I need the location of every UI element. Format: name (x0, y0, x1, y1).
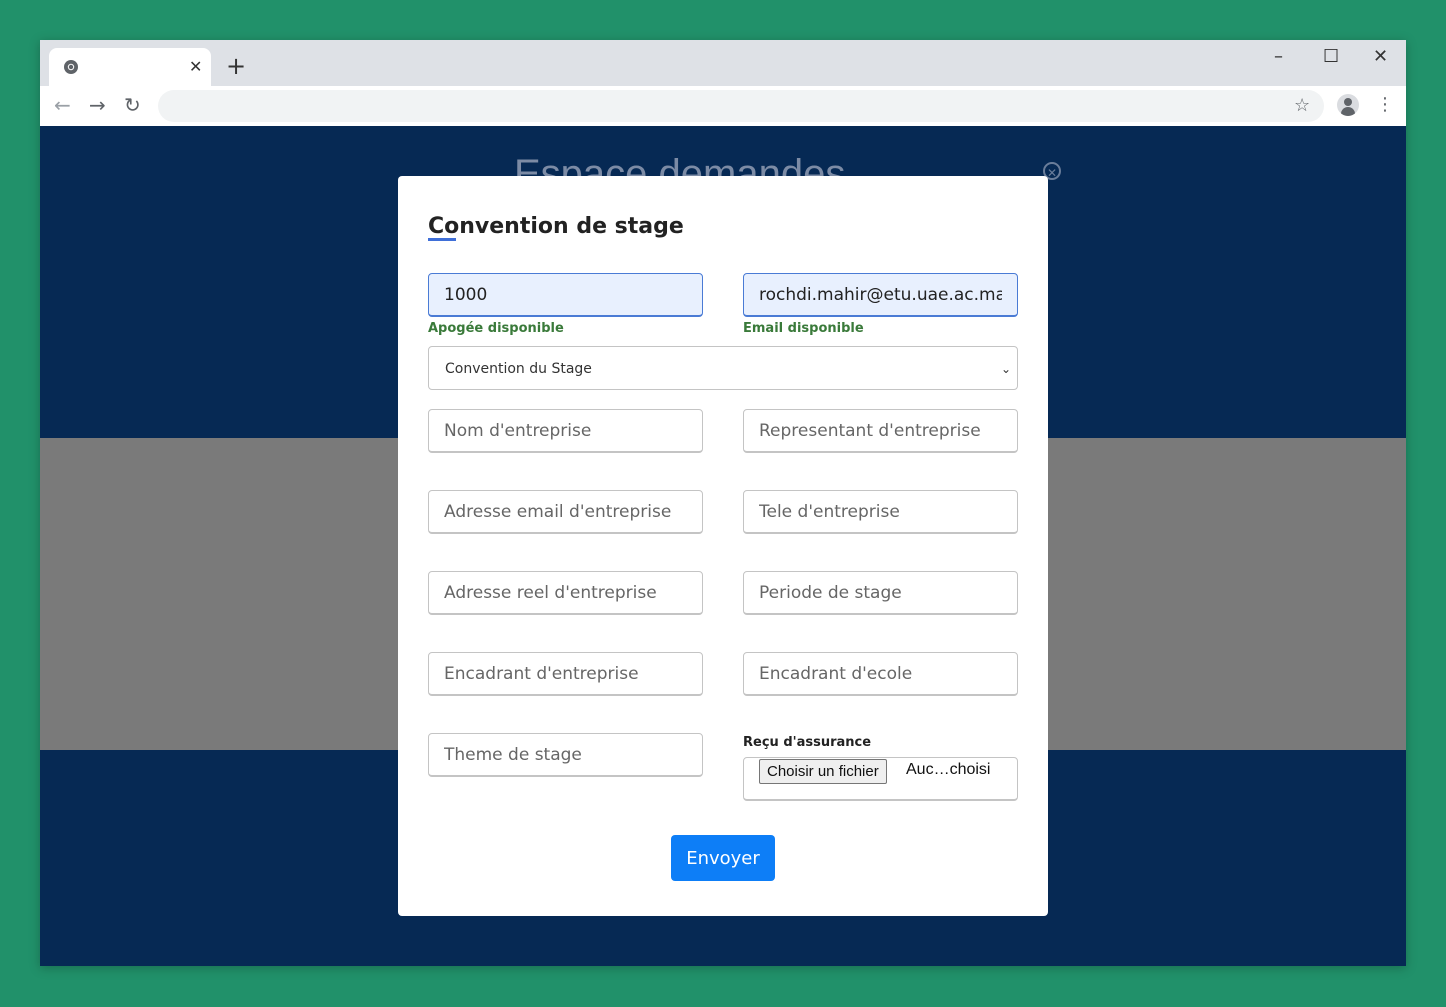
page-viewport: Espace demandes ✕ Convention de stage Ap… (40, 126, 1406, 966)
document-type-select[interactable]: Convention du Stage ⌄ (428, 346, 1018, 390)
email-input[interactable] (743, 273, 1018, 317)
convention-modal: Convention de stage Apogée disponible Em… (398, 176, 1048, 916)
profile-avatar-icon[interactable] (1337, 94, 1359, 116)
modal-title: Convention de stage (428, 214, 684, 239)
reload-icon[interactable]: ↻ (124, 94, 141, 116)
insurance-receipt-label: Reçu d'assurance (743, 735, 872, 750)
choose-file-button[interactable]: Choisir un fichier (759, 759, 887, 784)
company-email-input[interactable] (428, 490, 703, 534)
chevron-down-icon: ⌄ (1000, 362, 1011, 376)
tab-strip: ✕ + – ☐ ✕ (40, 40, 1406, 86)
apogee-input[interactable] (428, 273, 703, 317)
window-close-icon[interactable]: ✕ (1373, 46, 1388, 67)
file-status-text: Auc…choisi (906, 761, 991, 778)
company-phone-input[interactable] (743, 490, 1018, 534)
chrome-icon (64, 60, 78, 74)
maximize-icon[interactable]: ☐ (1323, 46, 1339, 67)
avatar-head (1344, 98, 1352, 106)
browser-toolbar: ← → ↻ ☆ ⋮ (40, 86, 1406, 126)
new-tab-icon[interactable]: + (226, 54, 246, 78)
avatar-body (1341, 107, 1355, 116)
tab-close-icon[interactable]: ✕ (189, 57, 202, 77)
browser-tab[interactable]: ✕ (49, 48, 211, 86)
forward-icon[interactable]: → (89, 94, 106, 116)
title-underline (428, 238, 456, 241)
email-hint: Email disponible (743, 321, 864, 336)
company-name-input[interactable] (428, 409, 703, 453)
back-icon[interactable]: ← (54, 94, 71, 116)
internship-period-input[interactable] (743, 571, 1018, 615)
internship-theme-input[interactable] (428, 733, 703, 777)
company-representative-input[interactable] (743, 409, 1018, 453)
minimize-icon[interactable]: – (1274, 46, 1283, 67)
bookmark-star-icon[interactable]: ☆ (1294, 95, 1310, 116)
submit-button[interactable]: Envoyer (671, 835, 775, 881)
company-supervisor-input[interactable] (428, 652, 703, 696)
apogee-hint: Apogée disponible (428, 321, 564, 336)
insurance-file-input[interactable]: Choisir un fichier Auc…choisi (743, 757, 1018, 801)
browser-menu-icon[interactable]: ⋮ (1376, 94, 1394, 115)
school-supervisor-input[interactable] (743, 652, 1018, 696)
address-bar[interactable] (158, 90, 1324, 122)
company-address-input[interactable] (428, 571, 703, 615)
browser-window: ✕ + – ☐ ✕ ← → ↻ ☆ ⋮ Espace demandes ✕ Co… (40, 40, 1406, 966)
select-value: Convention du Stage (445, 361, 592, 377)
